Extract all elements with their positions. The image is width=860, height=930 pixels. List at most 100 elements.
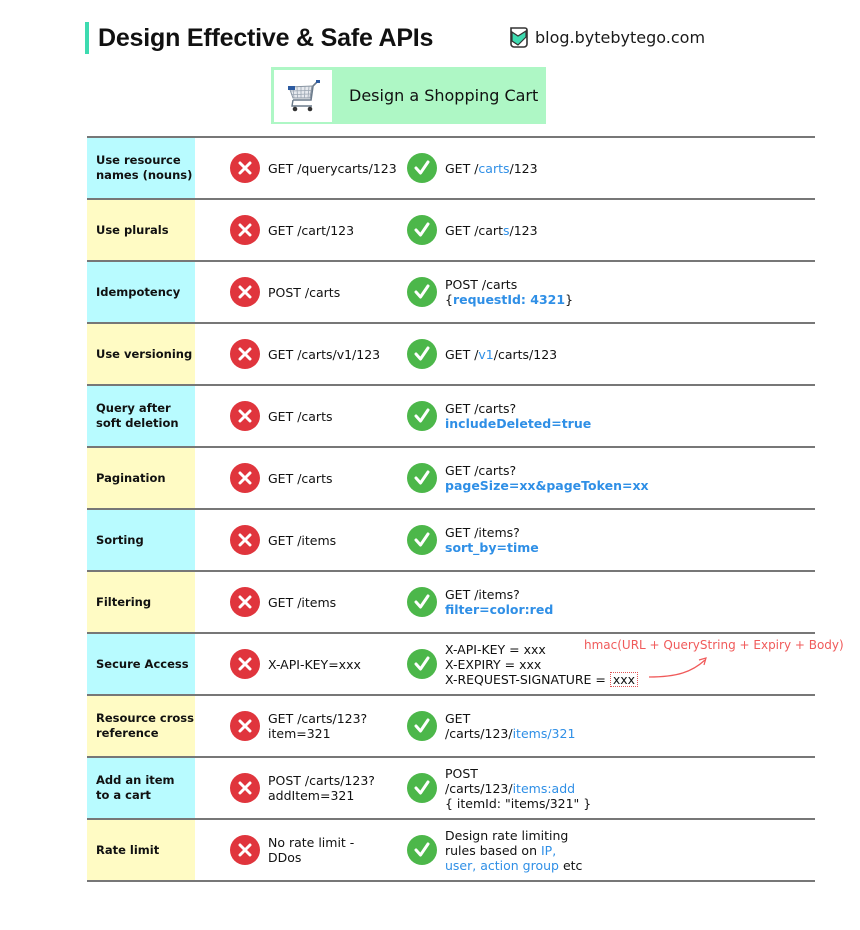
text-part: GET / <box>445 346 479 362</box>
check-icon <box>407 649 437 679</box>
text-part: { <box>445 292 453 307</box>
row-label-line: Rate limit <box>96 842 160 857</box>
good-example-text: GET /v1/carts/123 <box>445 347 557 362</box>
row-label-line: reference <box>96 726 159 740</box>
cross-icon <box>230 277 260 307</box>
row-label: Sorting <box>87 510 195 570</box>
row-label: Add an item to a cart <box>87 758 195 818</box>
bad-example-text: GET /cart/123 <box>268 222 355 238</box>
good-example-text: GET /items? sort_by=time <box>445 525 539 555</box>
bad-example-text: No rate limit - DDos <box>268 835 354 865</box>
text-part: /carts/123/ <box>445 726 513 741</box>
cross-icon <box>230 587 260 617</box>
highlight-text: IP, <box>540 842 557 858</box>
bad-example-text: GET /carts <box>268 408 333 424</box>
text-part: /carts/123 <box>493 346 558 362</box>
shopping-cart-icon <box>274 69 332 122</box>
table-row: Filtering GET /items GET /items? filter=c… <box>87 570 815 632</box>
text-part: /carts/123/ <box>445 780 513 796</box>
bad-example: No rate limit - DDos <box>230 835 354 865</box>
highlight-text: filter=color:red <box>445 602 554 617</box>
bad-example: GET /cart/123 <box>230 215 354 245</box>
annotation-arrow-icon <box>648 657 707 678</box>
good-example: GET /carts? pageSize=xx&pageToken=xx <box>407 463 649 493</box>
text-line: GET <box>445 711 471 726</box>
row-label-line: Use plurals <box>96 222 169 237</box>
bad-example: GET /items <box>230 525 336 555</box>
good-example-text: GET /items? filter=color:red <box>445 587 553 617</box>
text-part: GET /cart <box>445 222 503 238</box>
table-row: Use plurals GET /cart/123 GET /carts/123 <box>87 198 815 260</box>
row-label: Query after soft deletion <box>87 386 195 446</box>
good-example: GET /v1/carts/123 <box>407 339 557 369</box>
check-icon <box>407 525 437 555</box>
cross-icon <box>230 463 260 493</box>
text-line: X-API-KEY = xxx <box>445 641 546 657</box>
row-label: Use plurals <box>87 200 195 260</box>
good-example-text: POST/carts/123/items:add{ itemId: "items… <box>445 766 591 811</box>
bad-example-text: GET /carts/v1/123 <box>268 346 381 362</box>
good-example: Design rate limiting rules based on IP, us… <box>407 828 582 873</box>
text-line: GET /carts? <box>445 401 517 416</box>
row-label-line: Use resource <box>96 153 181 167</box>
check-icon <box>407 215 437 245</box>
bad-example: GET /carts <box>230 463 333 493</box>
text-part: rules based on <box>445 842 541 858</box>
text-part: } <box>565 292 574 307</box>
highlight-text: sort_by=time <box>445 540 539 555</box>
bad-example-text: GET /items <box>268 532 337 548</box>
bad-example: GET /carts/123? item=321 <box>230 711 367 741</box>
good-example-text: Design rate limiting rules based on IP, us… <box>445 828 582 873</box>
table-row: Use versioning GET /carts/v1/123 GET /v1… <box>87 322 815 384</box>
good-example-text: GET /carts/123 <box>445 161 538 176</box>
row-label-line: Add an item <box>96 773 175 787</box>
text-part: /123 <box>509 160 538 176</box>
bad-example-text: POST /carts/123? addItem=321 <box>268 773 375 803</box>
check-icon <box>407 463 437 493</box>
text-line: GET /carts/123? <box>268 711 368 726</box>
bad-example: GET /items <box>230 587 336 617</box>
check-icon <box>407 587 437 617</box>
text-part: X-REQUEST-SIGNATURE = <box>445 671 610 687</box>
highlight-text: v1 <box>478 346 494 362</box>
check-icon <box>407 153 437 183</box>
row-label-line: Sorting <box>96 532 144 547</box>
bad-example-text: GET /carts <box>268 470 333 486</box>
good-example: GET/carts/123/items/321 <box>407 711 575 741</box>
row-label: Use resource names (nouns) <box>87 138 195 198</box>
good-example: POST/carts/123/items:add{ itemId: "items… <box>407 766 591 811</box>
header: Design Effective & Safe APIs <box>85 22 433 54</box>
row-label-line: names (nouns) <box>96 168 193 182</box>
good-example: GET /carts? includeDeleted=true <box>407 401 591 431</box>
row-label: Rate limit <box>87 820 195 880</box>
table-row: Secure Access X-API-KEY=xxx X-API-KEY = … <box>87 632 844 694</box>
good-example-text: GET /carts? includeDeleted=true <box>445 401 591 431</box>
cross-icon <box>230 773 260 803</box>
text-line: GET /items? <box>445 587 520 602</box>
good-example-text: GET/carts/123/items/321 <box>445 711 575 741</box>
good-example-text: POST /carts {requestId: 4321} <box>445 277 573 307</box>
cross-icon <box>230 401 260 431</box>
row-label: Idempotency <box>87 262 195 322</box>
highlight-text: items:add <box>512 780 576 796</box>
cross-icon <box>230 153 260 183</box>
good-example: GET /items? filter=color:red <box>407 587 553 617</box>
text-line: POST /carts/123? <box>268 773 375 788</box>
scenario-title: Design a Shopping Cart <box>349 86 539 105</box>
check-icon <box>407 711 437 741</box>
row-label-line: to a cart <box>96 788 151 802</box>
text-line: DDos <box>268 850 302 865</box>
text-line: Design rate limiting <box>445 827 569 843</box>
check-icon <box>407 277 437 307</box>
text-line: POST <box>445 765 478 781</box>
table-row: Query after soft deletion GET /carts GET … <box>87 384 815 446</box>
table-row: Resource cross reference GET /carts/123? i… <box>87 694 815 756</box>
highlight-text: items/321 <box>512 726 576 741</box>
table-row: Rate limit No rate limit - DDos Design ra… <box>87 818 815 882</box>
brand-url: blog.bytebytego.com <box>535 27 706 47</box>
text-part: /123 <box>509 222 538 238</box>
scenario-banner: Design a Shopping Cart <box>271 67 546 124</box>
text-line: item=321 <box>268 726 331 741</box>
check-icon <box>407 401 437 431</box>
row-label-line: Pagination <box>96 470 166 485</box>
